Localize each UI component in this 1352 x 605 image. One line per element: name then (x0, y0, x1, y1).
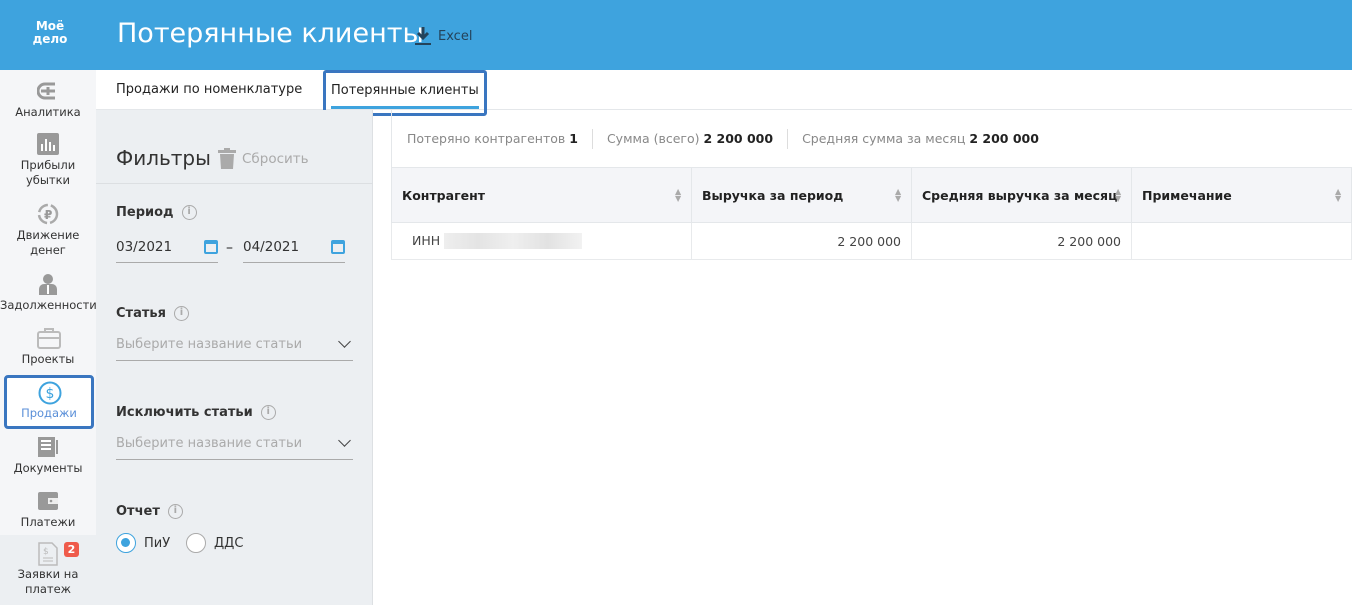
sort-icon: ▲ ▼ (675, 187, 682, 203)
header: Моё дело Потерянные клиенты Excel (0, 0, 1352, 70)
sidebar-item-payments[interactable]: Платежи (0, 490, 96, 530)
date-separator: – (226, 240, 233, 256)
date-from-input[interactable]: 03/2021 (116, 235, 218, 263)
sidebar-item-profit-loss[interactable]: Прибыли убытки (0, 133, 96, 188)
column-header-note[interactable]: Примечание ▲ ▼ (1131, 167, 1352, 223)
info-icon[interactable]: i (181, 205, 197, 220)
svg-text:$: $ (43, 547, 49, 557)
sidebar-item-analytics[interactable]: Аналитика (0, 80, 96, 120)
sidebar-item-cash-flow[interactable]: ₽ Движение денег (0, 203, 96, 258)
radio-button-checked[interactable] (116, 533, 136, 553)
filters-title: Фильтры (116, 146, 211, 170)
wallet-icon (37, 490, 59, 512)
table-row[interactable]: ИНН 2 200 000 2 200 000 (391, 222, 1352, 260)
main-content: Потеряно контрагентов 1 Сумма (всего) 2 20… (391, 110, 1352, 260)
info-icon[interactable]: i (260, 405, 276, 420)
trash-icon (218, 148, 236, 169)
radio-piu[interactable]: ПиУ (116, 533, 170, 553)
date-to-input[interactable]: 04/2021 (243, 235, 345, 263)
column-header-revenue[interactable]: Выручка за период ▲ ▼ (691, 167, 912, 223)
sum-total: 2 200 000 (703, 131, 774, 146)
export-excel-label: Excel (438, 28, 473, 44)
sidebar-item-payment-requests[interactable]: $2 Заявки на платеж (0, 542, 96, 597)
sidebar-item-debts[interactable]: Задолженности (0, 273, 97, 313)
svg-text:$: $ (46, 386, 55, 402)
page-title: Потерянные клиенты (117, 18, 424, 49)
column-header-counterparty[interactable]: Контрагент ▲ ▼ (391, 167, 692, 223)
logo[interactable]: Моё дело (30, 20, 70, 46)
filters-panel: Фильтры Сбросить Период i 03/2021 – 04/20… (96, 110, 373, 605)
divider (96, 183, 373, 184)
article-label: Статья i (116, 306, 189, 321)
sort-icon: ▲ ▼ (1115, 187, 1122, 203)
person-icon (37, 273, 59, 295)
chevron-down-icon (338, 434, 351, 447)
svg-text:₽: ₽ (44, 208, 52, 222)
radio-dds[interactable]: ДДС (186, 533, 243, 553)
sidebar-item-projects[interactable]: Проекты (0, 327, 96, 367)
cell-revenue: 2 200 000 (691, 222, 912, 260)
cell-counterparty: ИНН (391, 222, 692, 260)
period-label: Период i (116, 205, 197, 220)
document-icon (37, 436, 59, 458)
redacted-inn (444, 233, 583, 250)
export-excel-button[interactable]: Excel (414, 26, 472, 46)
sidebar: Аналитика Прибыли убытки ₽ Движение денег… (0, 70, 97, 605)
lost-count: 1 (569, 131, 578, 146)
download-icon (415, 27, 431, 45)
sort-icon: ▲ ▼ (1335, 187, 1342, 203)
lost-clients-table: Контрагент ▲ ▼ Выручка за период ▲ ▼ Средняя… (391, 167, 1352, 260)
info-icon[interactable]: i (173, 306, 189, 321)
article-select[interactable]: Выберите название статьи (116, 333, 353, 361)
analytics-icon (36, 80, 59, 102)
dollar-icon: $ (38, 381, 62, 405)
reset-filters-button[interactable]: Сбросить (218, 148, 309, 169)
calendar-icon[interactable] (331, 240, 345, 254)
sidebar-item-documents[interactable]: Документы (0, 436, 96, 476)
bar-chart-icon (37, 133, 59, 155)
avg-month-sum: 2 200 000 (969, 131, 1039, 146)
summary-bar: Потеряно контрагентов 1 Сумма (всего) 2 20… (391, 110, 1352, 167)
ruble-cycle-icon: ₽ (37, 203, 59, 225)
exclude-articles-label: Исключить статьи i (116, 405, 276, 420)
sidebar-item-sales[interactable]: $ Продажи (4, 375, 94, 429)
report-label: Отчет i (116, 504, 183, 519)
sort-icon: ▲ ▼ (895, 187, 902, 203)
cell-avg-revenue: 2 200 000 (911, 222, 1132, 260)
column-header-avg-revenue[interactable]: Средняя выручка за месяц ▲ ▼ (911, 167, 1132, 223)
info-icon[interactable]: i (167, 504, 183, 519)
tab-sales-by-nomenclature[interactable]: Продажи по номенклатуре (116, 70, 302, 110)
cell-note (1131, 222, 1352, 260)
briefcase-icon (37, 327, 61, 349)
invoice-icon: $ (37, 542, 59, 566)
chevron-down-icon (338, 335, 351, 348)
tab-bar: Продажи по номенклатуре Потерянные клиен… (96, 70, 1352, 116)
calendar-icon[interactable] (204, 240, 218, 254)
exclude-articles-select[interactable]: Выберите название статьи (116, 432, 353, 460)
notification-badge: 2 (64, 542, 79, 557)
radio-button[interactable] (186, 533, 206, 553)
